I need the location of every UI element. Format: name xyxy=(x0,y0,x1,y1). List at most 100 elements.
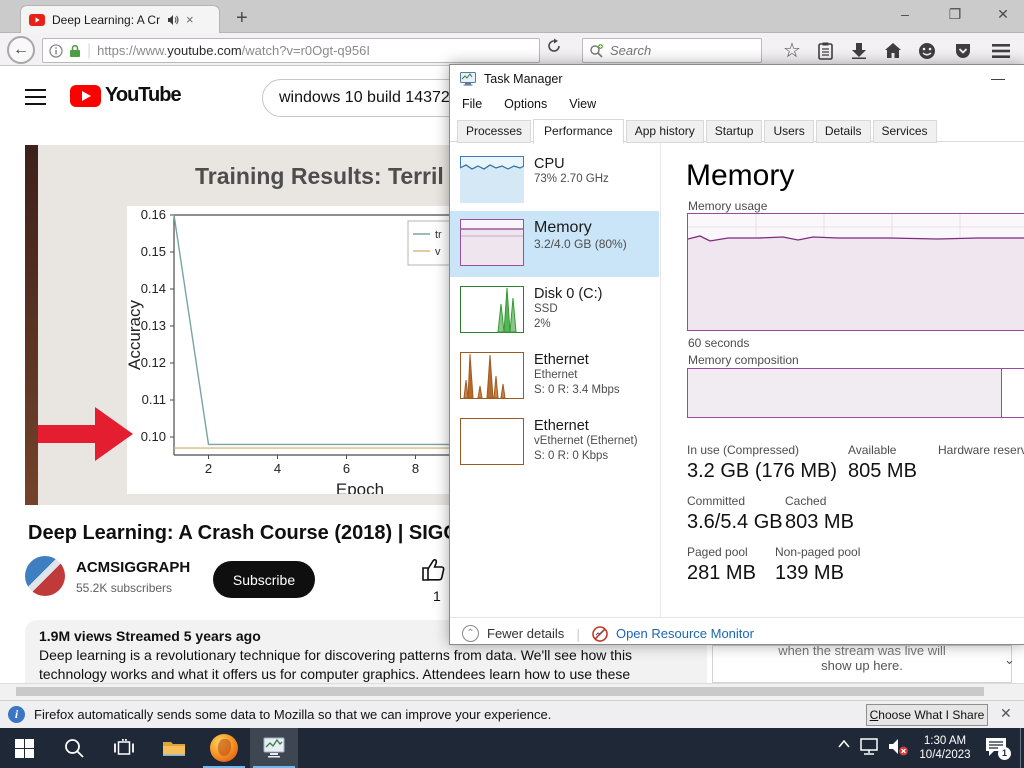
tab-services[interactable]: Services xyxy=(872,120,937,143)
footer-divider: | xyxy=(576,625,580,642)
resource-monitor-icon[interactable] xyxy=(592,625,608,642)
browser-search-input[interactable] xyxy=(610,43,730,58)
sidebar-memory-stats: 3.2/4.0 GB (80%) xyxy=(534,237,627,251)
stat-in-use: In use (Compressed) 3.2 GB (176 MB) xyxy=(687,443,857,483)
chevron-down-icon[interactable]: ⌄ xyxy=(1004,652,1015,668)
fewer-details-button[interactable]: Fewer details xyxy=(487,626,564,641)
clock-time: 1:30 AM xyxy=(923,735,967,747)
clock-date: 10/4/2023 xyxy=(919,749,971,761)
tab-startup[interactable]: Startup xyxy=(705,120,763,143)
sidebar-item-disk[interactable]: Disk 0 (C:) SSD 2% xyxy=(450,283,659,347)
sidebar-item-ethernet[interactable]: Ethernet Ethernet S: 0 R: 3.4 Mbps xyxy=(450,349,659,413)
feedback-smiley-icon[interactable] xyxy=(914,38,940,63)
reload-button[interactable] xyxy=(546,38,572,63)
task-view-button[interactable] xyxy=(100,728,148,768)
sidebar-disk-stats: 2% xyxy=(534,318,551,330)
task-manager-window[interactable]: Task Manager — File Options View Process… xyxy=(449,64,1024,645)
file-explorer-icon xyxy=(163,741,185,756)
sidebar-ethernet-adapter: Ethernet xyxy=(534,369,578,381)
page-info-icon[interactable] xyxy=(49,43,63,58)
notification-badge: 1 xyxy=(998,747,1011,760)
video-player[interactable]: Training Results: Terril 0.16 0.15 0.14 0.1… xyxy=(25,145,455,505)
fewer-details-icon[interactable]: ⌃ xyxy=(462,625,479,642)
notification-close-icon[interactable]: ✕ xyxy=(1000,705,1012,722)
sidebar-item-memory[interactable]: Memory 3.2/4.0 GB (80%) xyxy=(450,211,659,277)
tab-close-icon[interactable]: × xyxy=(186,12,194,27)
like-icon[interactable] xyxy=(421,558,447,582)
taskbar-search-button[interactable] xyxy=(50,728,98,768)
tab-performance[interactable]: Performance xyxy=(533,119,624,144)
scrollbar-thumb[interactable] xyxy=(16,687,984,696)
task-manager-minimize-button[interactable]: — xyxy=(976,67,1020,91)
tab-processes[interactable]: Processes xyxy=(457,120,532,143)
browser-tab[interactable]: Deep Learning: A Cras... × xyxy=(20,5,220,33)
menu-file[interactable]: File xyxy=(462,97,482,111)
home-icon[interactable] xyxy=(880,38,906,63)
sidebar-item-vethernet[interactable]: Ethernet vEthernet (Ethernet) S: 0 R: 0 … xyxy=(450,415,659,479)
task-manager-icon xyxy=(460,72,476,86)
firefox-taskbar-button[interactable] xyxy=(200,728,248,768)
window-close-button[interactable]: ✕ xyxy=(988,2,1018,26)
start-button[interactable] xyxy=(0,728,48,768)
stat-non-paged-pool: Non-paged pool 139 MB xyxy=(775,545,945,585)
task-manager-tab-strip: Processes Performance App history Startup Us… xyxy=(450,118,1024,144)
window-maximize-button[interactable]: ❐ xyxy=(940,2,970,26)
choose-what-i-share-button[interactable]: Choose What I Share xyxy=(866,704,988,726)
like-count: 1 xyxy=(433,588,441,604)
description-line-2: technology works and what it offers us f… xyxy=(39,666,631,682)
sidebar-vethernet-adapter: vEthernet (Ethernet) xyxy=(534,435,638,447)
tab-users[interactable]: Users xyxy=(764,120,814,143)
youtube-logo[interactable]: YouTube xyxy=(70,84,182,107)
menu-options[interactable]: Options xyxy=(504,97,547,111)
windows-logo-icon xyxy=(14,738,34,758)
tab-audio-icon[interactable] xyxy=(167,14,179,26)
firefox-notification-bar: i Firefox automatically sends some data … xyxy=(0,700,1024,728)
file-explorer-button[interactable] xyxy=(150,728,198,768)
reading-list-icon[interactable] xyxy=(812,38,838,63)
tab-details[interactable]: Details xyxy=(815,120,871,143)
stat-hardware-reserved-label: Hardware reserved xyxy=(938,443,1024,457)
open-resource-monitor-link[interactable]: Open Resource Monitor xyxy=(616,626,754,641)
volume-muted-tray-icon[interactable] xyxy=(888,738,910,757)
url-bar[interactable]: | https://www.youtube.com/watch?v=r0Ogt-… xyxy=(42,38,540,63)
task-manager-taskbar-button[interactable] xyxy=(250,728,298,768)
tab-app-history[interactable]: App history xyxy=(625,120,704,143)
browser-search-box[interactable] xyxy=(582,38,762,63)
timespan-label: 60 seconds xyxy=(688,336,750,350)
youtube-menu-icon[interactable] xyxy=(25,89,46,105)
bookmark-star-icon[interactable]: ☆ xyxy=(779,38,805,63)
sidebar-vethernet-name: Ethernet xyxy=(534,418,589,434)
sidebar-memory-name: Memory xyxy=(534,219,592,236)
menu-view[interactable]: View xyxy=(569,97,596,111)
subscribe-button[interactable]: Subscribe xyxy=(213,561,315,598)
new-tab-button[interactable]: + xyxy=(236,7,248,29)
back-button[interactable]: ← xyxy=(7,36,35,64)
stat-available-value: 805 MB xyxy=(848,460,917,482)
live-chat-line-1: when the stream was live will xyxy=(778,645,946,658)
taskbar-clock[interactable]: 1:30 AM 10/4/2023 xyxy=(912,734,978,762)
pocket-icon[interactable] xyxy=(950,38,976,63)
tray-expand-chevron[interactable] xyxy=(838,740,850,748)
menu-hamburger-icon[interactable] xyxy=(988,38,1014,63)
tab-title: Deep Learning: A Cras... xyxy=(52,12,160,27)
channel-name[interactable]: ACMSIGGRAPH xyxy=(76,559,190,576)
action-center-button[interactable]: 1 xyxy=(985,737,1011,760)
svg-text:8: 8 xyxy=(412,461,419,476)
svg-text:0.12: 0.12 xyxy=(141,355,166,370)
https-lock-icon[interactable] xyxy=(69,44,81,58)
channel-avatar[interactable] xyxy=(25,556,65,596)
stat-in-use-label: In use (Compressed) xyxy=(687,443,800,457)
sidebar-item-cpu[interactable]: CPU 73% 2.70 GHz xyxy=(450,153,659,217)
task-manager-title-bar[interactable]: Task Manager xyxy=(460,72,563,86)
svg-text:Accuracy: Accuracy xyxy=(127,300,144,370)
svg-text:0.14: 0.14 xyxy=(141,281,166,296)
sidebar-divider xyxy=(660,143,661,617)
svg-text:4: 4 xyxy=(274,461,281,476)
downloads-icon[interactable] xyxy=(846,38,872,63)
ethernet-mini-graph xyxy=(460,352,524,399)
cpu-mini-graph xyxy=(460,156,524,203)
sidebar-ethernet-stats: S: 0 R: 3.4 Mbps xyxy=(534,384,620,396)
network-tray-icon[interactable] xyxy=(860,738,880,756)
url-scheme: https://www. xyxy=(97,43,168,58)
window-minimize-button[interactable]: – xyxy=(890,2,920,26)
